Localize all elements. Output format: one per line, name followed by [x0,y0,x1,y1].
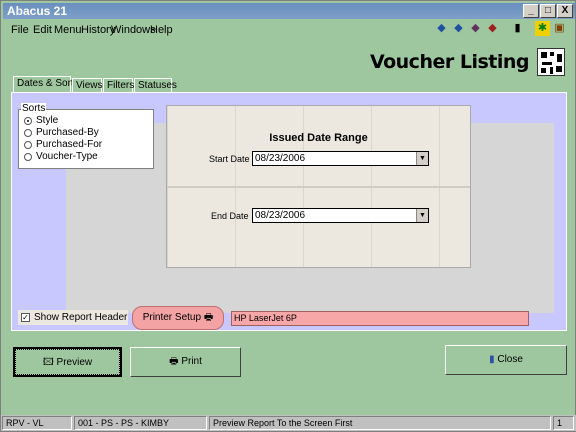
printer-setup-button[interactable]: Printer Setup 🖶 [132,306,224,330]
start-date-value: 08/23/2006 [255,153,306,164]
tab-panel: Sorts Style Purchased-By Purchased-For V… [11,92,567,331]
sort-option-purchased-for[interactable]: Purchased-For [24,139,102,150]
start-date-field[interactable]: 08/23/2006 ▼ [252,151,429,166]
exit-icon[interactable]: ▣ [552,21,567,36]
end-date-label: End Date [211,211,249,221]
menu-windows[interactable]: Windows [111,24,156,36]
calculator-icon[interactable]: ▮ [510,21,525,36]
close-button[interactable]: ▮ Close [445,345,567,375]
radio-button[interactable] [24,116,32,125]
close-label: Close [497,354,523,365]
preview-icon: 🖾 [42,357,54,368]
close-window-button[interactable]: X [557,4,573,18]
minimize-button[interactable]: _ [523,4,539,18]
show-report-header-label: Show Report Header [34,312,128,323]
preview-label: Preview [56,357,93,368]
status-report-code: RPV - VL [2,416,72,430]
chevron-down-icon[interactable]: ▼ [416,152,428,165]
sort-option-label: Purchased-By [36,127,99,138]
radio-button[interactable] [24,152,32,161]
status-message: Preview Report To the Screen First [209,416,551,430]
date-range-title: Issued Date Range [269,132,368,144]
printer-name-field: HP LaserJet 6P [231,311,529,326]
forward-arrow-icon[interactable]: ◆ [451,21,466,36]
printer-icon: 🖶 [203,312,214,323]
door-icon: ▮ [489,354,495,365]
tab-statuses[interactable]: Statuses [134,78,177,92]
toolbar: ◆ ◆ ◆ ◆ ▮ ✱ ▣ [434,21,567,39]
sort-option-voucher-type[interactable]: Voucher-Type [24,151,98,162]
sort-option-style[interactable]: Style [24,115,58,126]
printer-icon: 🖶 [169,356,179,367]
sort-option-label: Style [36,115,59,126]
sorts-legend: Sorts [21,103,47,114]
sorts-group: Sorts Style Purchased-By Purchased-For V… [18,103,154,169]
end-date-value: 08/23/2006 [255,210,306,221]
print-label: Print [181,356,202,367]
help-icon[interactable]: ✱ [535,21,550,36]
status-page: 1 [553,416,574,430]
sort-option-purchased-by[interactable]: Purchased-By [24,127,99,138]
status-user: 001 - PS - PS - KIMBY [74,416,207,430]
tab-dates-sorts[interactable]: Dates & Sorts [13,76,79,92]
start-date-label: Start Date [209,154,250,164]
home-icon[interactable]: ◆ [468,21,483,36]
chevron-down-icon[interactable]: ▼ [416,209,428,222]
print-button[interactable]: 🖶 Print [130,347,241,377]
end-date-field[interactable]: 08/23/2006 ▼ [252,208,429,223]
radio-button[interactable] [24,140,32,149]
radio-button[interactable] [24,128,32,137]
page-title: Voucher Listing [369,51,530,73]
tab-views[interactable]: Views [72,78,103,92]
app-window: Abacus 21 _ □ X File Edit Menu History W… [0,0,576,432]
printer-setup-label: Printer Setup [142,312,202,323]
tab-filters[interactable]: Filters [103,78,134,92]
menu-file[interactable]: File [11,24,29,36]
menu-menu[interactable]: Menu [54,24,82,36]
menu-help[interactable]: Help [150,24,173,36]
window-title: Abacus 21 [7,4,68,18]
date-range-panel: Issued Date Range Start Date 08/23/2006 … [166,105,471,268]
search-icon[interactable]: ◆ [485,21,500,36]
sort-option-label: Purchased-For [36,139,103,150]
preview-button[interactable]: 🖾 Preview [13,347,122,377]
show-report-header-checkbox[interactable]: ✓ Show Report Header [18,310,128,325]
sort-option-label: Voucher-Type [36,151,98,162]
checkmark-icon[interactable]: ✓ [21,313,30,322]
status-bar: RPV - VL 001 - PS - PS - KIMBY Preview R… [1,415,576,431]
menu-edit[interactable]: Edit [33,24,52,36]
title-bar[interactable]: Abacus 21 _ □ X [3,3,575,19]
maximize-button[interactable]: □ [540,4,556,18]
app-logo-icon [537,48,565,76]
back-arrow-icon[interactable]: ◆ [434,21,449,36]
